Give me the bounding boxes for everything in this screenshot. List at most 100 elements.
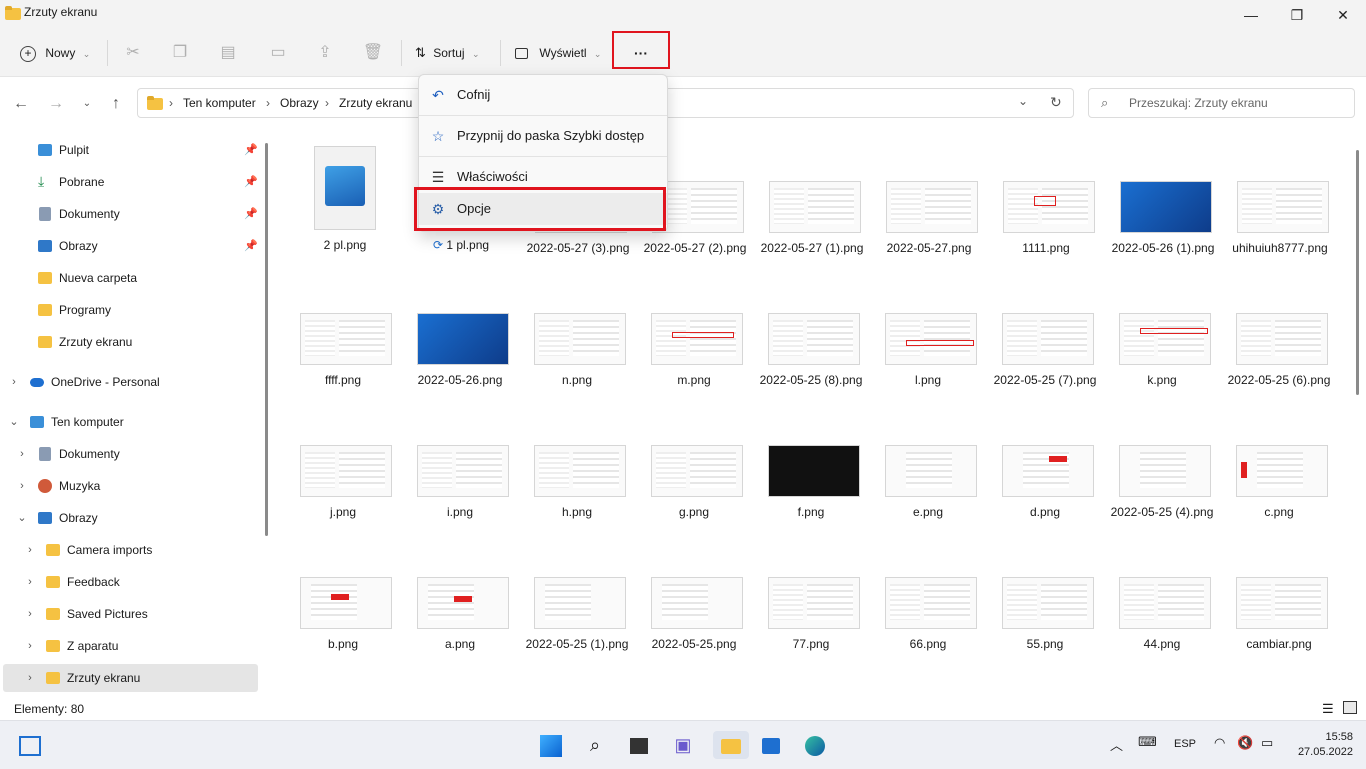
- chat-icon[interactable]: ▣: [669, 731, 697, 759]
- file-tile[interactable]: 2022-05-25 (8).png: [756, 313, 866, 443]
- sidebar-item-documents[interactable]: Dokumenty 📌: [0, 200, 258, 228]
- file-tile[interactable]: a.png: [405, 577, 515, 707]
- search-box[interactable]: ⌕ Przeszukaj: Zrzuty ekranu: [1088, 88, 1355, 118]
- file-tile[interactable]: 2022-05-25 (7).png: [990, 313, 1100, 443]
- file-tile[interactable]: 44.png: [1107, 577, 1217, 707]
- clock[interactable]: 15:58 27.05.2022: [1295, 730, 1353, 760]
- file-tile[interactable]: i.png: [405, 445, 515, 575]
- back-icon[interactable]: ←: [10, 93, 32, 115]
- close-button[interactable]: ✕: [1320, 0, 1366, 30]
- copy-icon[interactable]: ❐: [165, 38, 195, 68]
- file-tile[interactable]: j.png: [288, 445, 398, 575]
- sidebar-scrollbar[interactable]: [265, 143, 268, 536]
- breadcrumb-pictures[interactable]: Obrazy: [280, 96, 319, 110]
- view-button[interactable]: Wyświetl ⌄: [515, 38, 601, 68]
- up-icon[interactable]: ↑: [105, 93, 127, 115]
- sidebar-item-feedback[interactable]: › Feedback: [0, 568, 258, 596]
- chevron-up-icon[interactable]: ︿: [1110, 735, 1123, 754]
- sidebar-item-this-pc[interactable]: ⌄ Ten komputer: [0, 408, 258, 436]
- file-tile[interactable]: c.png: [1224, 445, 1334, 575]
- file-tile[interactable]: 2 pl.png: [290, 146, 400, 276]
- sidebar-item-pc-pictures[interactable]: ⌄ Obrazy: [0, 504, 258, 532]
- file-tile[interactable]: l.png: [873, 313, 983, 443]
- file-tile[interactable]: 2022-05-25 (6).png: [1224, 313, 1334, 443]
- recent-chevron-icon[interactable]: ⌄: [76, 93, 98, 115]
- sidebar-item-pc-documents[interactable]: › Dokumenty: [0, 440, 258, 468]
- menu-item-undo[interactable]: ↶ Cofnij: [419, 79, 667, 111]
- file-tile[interactable]: m.png: [639, 313, 749, 443]
- file-tile[interactable]: ffff.png: [288, 313, 398, 443]
- file-tile[interactable]: 2022-05-25.png: [639, 577, 749, 707]
- file-explorer-icon[interactable]: [713, 731, 749, 759]
- address-dropdown-icon[interactable]: ⌄: [1018, 94, 1028, 108]
- file-tile[interactable]: e.png: [873, 445, 983, 575]
- sidebar-item-programs[interactable]: Programy: [0, 296, 258, 324]
- file-tile[interactable]: n.png: [522, 313, 632, 443]
- file-tile[interactable]: 1111.png: [991, 181, 1101, 311]
- rename-icon[interactable]: ▭: [263, 38, 293, 68]
- sort-label: Sortuj: [433, 46, 465, 60]
- thumbnail: [886, 181, 978, 233]
- sidebar-item-downloads[interactable]: ⤓ Pobrane 📌: [0, 168, 258, 196]
- sidebar-item-pictures[interactable]: Obrazy 📌: [0, 232, 258, 260]
- file-tile[interactable]: 2022-05-27 (1).png: [757, 181, 867, 311]
- sidebar-item-music[interactable]: › Muzyka: [0, 472, 258, 500]
- store-icon[interactable]: [757, 731, 785, 759]
- details-view-icon[interactable]: ☰: [1322, 701, 1334, 717]
- thumbnail: [651, 577, 743, 629]
- file-tile[interactable]: 2022-05-25 (1).png: [522, 577, 632, 707]
- sidebar-item-onedrive[interactable]: › OneDrive - Personal: [0, 368, 258, 396]
- maximize-button[interactable]: ❐: [1274, 0, 1320, 30]
- thumbnail: [885, 445, 977, 497]
- mute-icon[interactable]: 🔇: [1237, 735, 1253, 751]
- file-tile[interactable]: 2022-05-26 (1).png: [1108, 181, 1218, 311]
- file-tile[interactable]: 66.png: [873, 577, 983, 707]
- breadcrumb-screenshots[interactable]: Zrzuty ekranu: [339, 96, 412, 110]
- file-tile[interactable]: 2022-05-25 (4).png: [1107, 445, 1217, 575]
- file-tile[interactable]: 2022-05-26.png: [405, 313, 515, 443]
- share-icon[interactable]: ⇪: [310, 38, 340, 68]
- menu-item-pin-quick-access[interactable]: ☆ Przypnij do paska Szybki dostęp: [419, 120, 667, 152]
- menu-divider: [419, 156, 667, 157]
- file-tile[interactable]: f.png: [756, 445, 866, 575]
- sidebar-item-new-folder[interactable]: Nueva carpeta: [0, 264, 258, 292]
- file-tile[interactable]: cambiar.png: [1224, 577, 1334, 707]
- forward-icon[interactable]: →: [45, 93, 67, 115]
- sidebar-item-camera-roll[interactable]: › Z aparatu: [0, 632, 258, 660]
- file-tile[interactable]: d.png: [990, 445, 1100, 575]
- thumbnail: [1120, 181, 1212, 233]
- wifi-icon[interactable]: ◠: [1214, 735, 1225, 751]
- sidebar-item-screenshots[interactable]: › Zrzuty ekranu: [3, 664, 258, 692]
- file-tile[interactable]: 2022-05-27.png: [874, 181, 984, 311]
- refresh-icon[interactable]: ↻: [1050, 94, 1062, 111]
- widgets-icon[interactable]: [16, 731, 44, 759]
- sort-button[interactable]: ⇅ Sortuj ⌄: [415, 38, 480, 68]
- battery-icon[interactable]: ▭: [1261, 735, 1273, 751]
- file-tile[interactable]: 55.png: [990, 577, 1100, 707]
- start-icon[interactable]: [537, 731, 565, 759]
- task-view-icon[interactable]: [625, 731, 653, 759]
- breadcrumb-this-pc[interactable]: Ten komputer: [183, 96, 256, 110]
- paste-icon[interactable]: ▤: [213, 38, 243, 68]
- search-icon[interactable]: ⌕: [581, 731, 609, 759]
- sidebar-item-screenshots-quick[interactable]: Zrzuty ekranu: [0, 328, 258, 356]
- chevron-right-icon: ›: [28, 608, 32, 620]
- content-scrollbar[interactable]: [1356, 150, 1359, 395]
- tiles-view-icon[interactable]: [1343, 701, 1357, 714]
- edge-icon[interactable]: [801, 731, 829, 759]
- keyboard-icon[interactable]: ⌨: [1138, 734, 1157, 750]
- minimize-button[interactable]: —: [1228, 0, 1274, 30]
- sidebar-item-camera-imports[interactable]: › Camera imports: [0, 536, 258, 564]
- file-tile[interactable]: k.png: [1107, 313, 1217, 443]
- sidebar-item-saved-pictures[interactable]: › Saved Pictures: [0, 600, 258, 628]
- new-button[interactable]: + Nowy ⌄: [20, 38, 90, 68]
- file-tile[interactable]: uhihuiuh8777.png: [1225, 181, 1335, 311]
- sidebar-item-desktop[interactable]: Pulpit 📌: [0, 136, 258, 164]
- cut-icon[interactable]: ✂: [118, 38, 148, 68]
- delete-icon[interactable]: 🗑: [358, 38, 388, 68]
- input-language[interactable]: ESP: [1174, 738, 1196, 750]
- file-tile[interactable]: g.png: [639, 445, 749, 575]
- file-tile[interactable]: h.png: [522, 445, 632, 575]
- file-tile[interactable]: b.png: [288, 577, 398, 707]
- file-tile[interactable]: 77.png: [756, 577, 866, 707]
